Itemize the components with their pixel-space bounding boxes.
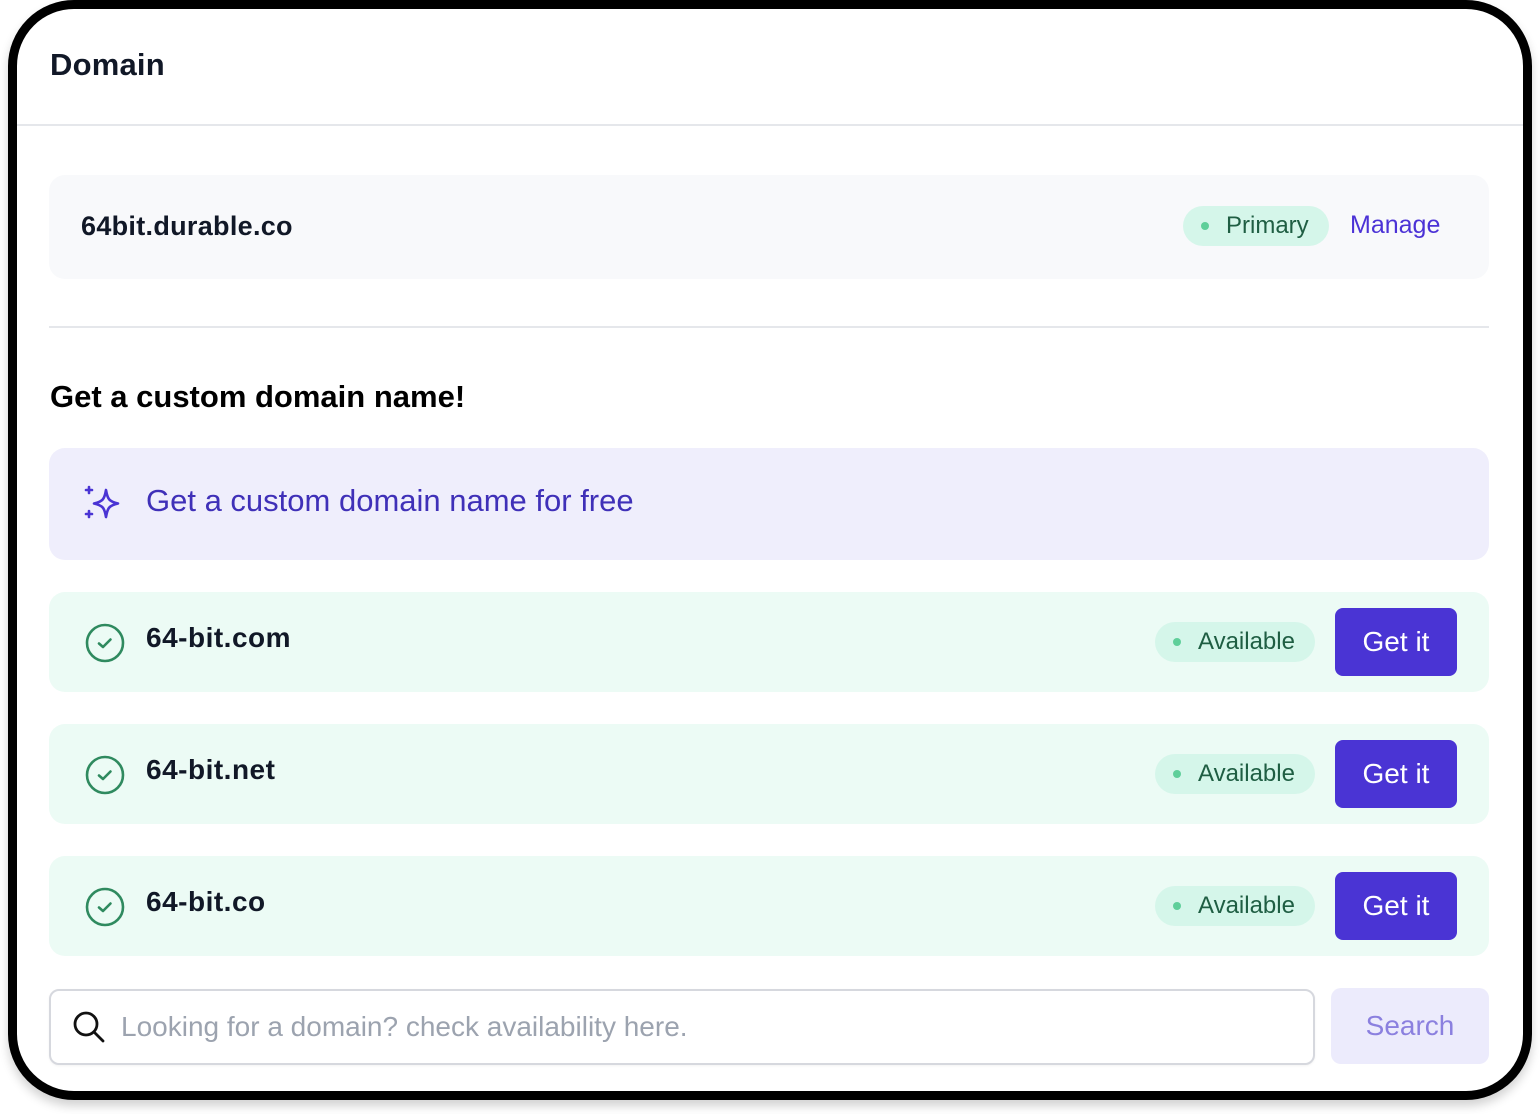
- available-badge-label: Available: [1198, 760, 1295, 787]
- get-it-button[interactable]: Get it: [1335, 740, 1457, 808]
- available-badge: Available: [1155, 886, 1315, 926]
- available-badge-label: Available: [1198, 628, 1295, 655]
- check-circle-icon: [85, 623, 125, 663]
- search-button[interactable]: Search: [1331, 988, 1489, 1064]
- status-dot-icon: [1173, 638, 1181, 646]
- check-circle-icon: [85, 887, 125, 927]
- primary-badge: Primary: [1183, 206, 1329, 246]
- page-title: Domain: [50, 47, 165, 82]
- current-domain-name: 64bit.durable.co: [81, 211, 293, 241]
- primary-badge-label: Primary: [1226, 212, 1309, 239]
- custom-domain-heading: Get a custom domain name!: [50, 379, 466, 414]
- suggested-domain-name: 64-bit.net: [146, 754, 276, 785]
- domain-suggestion-row: 64-bit.co Available Get it: [49, 856, 1489, 956]
- status-dot-icon: [1201, 222, 1209, 230]
- section-divider: [49, 326, 1489, 328]
- get-it-button[interactable]: Get it: [1335, 872, 1457, 940]
- free-domain-text: Get a custom domain name for free: [146, 483, 634, 518]
- current-domain-card: 64bit.durable.co Primary Manage: [49, 175, 1489, 279]
- domain-search-field[interactable]: [49, 989, 1315, 1065]
- status-dot-icon: [1173, 902, 1181, 910]
- domain-suggestion-row: 64-bit.net Available Get it: [49, 724, 1489, 824]
- available-badge-label: Available: [1198, 892, 1295, 919]
- sparkles-icon: [84, 485, 120, 519]
- panel-header: Domain: [17, 9, 1523, 126]
- suggested-domain-name: 64-bit.co: [146, 886, 266, 917]
- domain-search-input[interactable]: [121, 991, 1301, 1063]
- domain-panel: Domain 64bit.durable.co Primary Manage G…: [8, 0, 1532, 1100]
- available-badge: Available: [1155, 754, 1315, 794]
- domain-suggestion-row: 64-bit.com Available Get it: [49, 592, 1489, 692]
- free-domain-banner[interactable]: Get a custom domain name for free: [49, 448, 1489, 560]
- get-it-button[interactable]: Get it: [1335, 608, 1457, 676]
- manage-link[interactable]: Manage: [1350, 211, 1440, 240]
- available-badge: Available: [1155, 622, 1315, 662]
- check-circle-icon: [85, 755, 125, 795]
- suggested-domain-name: 64-bit.com: [146, 622, 292, 653]
- status-dot-icon: [1173, 770, 1181, 778]
- search-icon: [73, 1011, 105, 1043]
